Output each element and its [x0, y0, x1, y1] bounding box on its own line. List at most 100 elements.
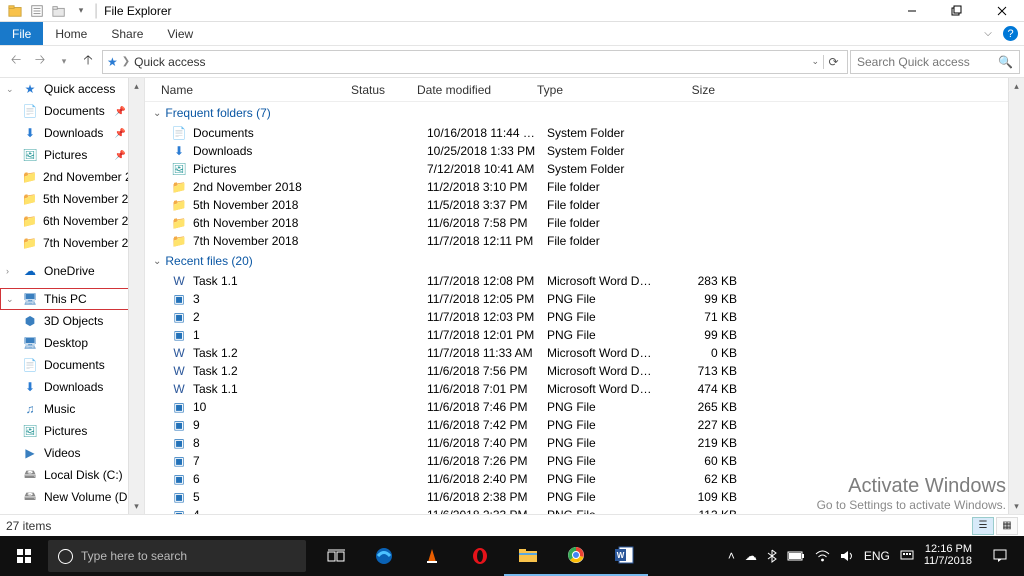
scroll-down-icon[interactable]: ▾	[1009, 498, 1024, 514]
nav-item[interactable]: 🖼 Pictures	[0, 420, 144, 442]
taskbar-app-explorer[interactable]	[504, 536, 552, 576]
chevron-down-icon[interactable]: ⌄	[6, 294, 16, 305]
tray-clock[interactable]: 12:16 PM 11/7/2018	[924, 544, 972, 567]
help-icon[interactable]: ?	[1003, 26, 1018, 41]
taskbar-search[interactable]: Type here to search	[48, 540, 306, 572]
tray-language[interactable]: ENG	[864, 549, 890, 563]
nav-up-button[interactable]: 🡡	[76, 50, 100, 74]
taskbar-app-word[interactable]: W	[600, 536, 648, 576]
nav-item[interactable]: ♫ Music	[0, 398, 144, 420]
list-item[interactable]: ▣ 3 11/7/2018 12:05 PM PNG File 99 KB	[145, 290, 1024, 308]
column-size[interactable]: Size	[651, 83, 721, 97]
list-item[interactable]: ▣ 8 11/6/2018 7:40 PM PNG File 219 KB	[145, 434, 1024, 452]
qat-newfolder-icon[interactable]	[48, 0, 70, 22]
window-maximize-button[interactable]	[934, 0, 979, 22]
nav-item[interactable]: 🖼 Pictures 📌	[0, 144, 144, 166]
nav-item[interactable]: 🖥 Desktop	[0, 332, 144, 354]
list-item[interactable]: ▣ 10 11/6/2018 7:46 PM PNG File 265 KB	[145, 398, 1024, 416]
window-close-button[interactable]	[979, 0, 1024, 22]
column-name[interactable]: Name	[155, 83, 345, 97]
list-item[interactable]: 📁 2nd November 2018 11/2/2018 3:10 PM Fi…	[145, 178, 1024, 196]
breadcrumb[interactable]: ★ ❯ Quick access ⌄ ⟳	[102, 50, 848, 74]
task-view-button[interactable]	[312, 536, 360, 576]
nav-scrollbar[interactable]: ▴ ▾	[128, 78, 144, 514]
taskbar-app-chrome[interactable]	[552, 536, 600, 576]
column-type[interactable]: Type	[531, 83, 651, 97]
nav-recent-dropdown[interactable]: ▾	[52, 50, 76, 74]
ribbon-tab-share[interactable]: Share	[99, 22, 155, 45]
tray-bluetooth-icon[interactable]	[767, 549, 777, 563]
list-item[interactable]: ▣ 6 11/6/2018 2:40 PM PNG File 62 KB	[145, 470, 1024, 488]
taskbar-app-vlc[interactable]	[408, 536, 456, 576]
scroll-up-icon[interactable]: ▴	[129, 78, 144, 94]
qat-properties-icon[interactable]	[26, 0, 48, 22]
nav-item[interactable]: ⬇ Downloads 📌	[0, 122, 144, 144]
view-thumbnails-button[interactable]: ▦	[996, 517, 1018, 535]
qat-customize-icon[interactable]: ▾	[70, 0, 92, 22]
list-item[interactable]: 📁 5th November 2018 11/5/2018 3:37 PM Fi…	[145, 196, 1024, 214]
chevron-down-icon[interactable]: ⌄	[153, 108, 161, 119]
nav-item[interactable]: ⬇ Downloads	[0, 376, 144, 398]
view-details-button[interactable]: ☰	[972, 517, 994, 535]
chevron-down-icon[interactable]: ⌄	[6, 84, 16, 95]
nav-item[interactable]: 🖴 Local Disk (C:)	[0, 464, 144, 486]
group-frequent-folders[interactable]: ⌄ Frequent folders (7)	[145, 102, 1024, 124]
nav-quick-access[interactable]: ⌄ ★ Quick access	[0, 78, 144, 100]
column-date[interactable]: Date modified	[411, 83, 531, 97]
nav-item[interactable]: ⬢ 3D Objects	[0, 310, 144, 332]
start-button[interactable]	[0, 536, 48, 576]
list-item[interactable]: 🖼 Pictures 7/12/2018 10:41 AM System Fol…	[145, 160, 1024, 178]
breadcrumb-segment[interactable]: Quick access	[134, 55, 205, 69]
content-scrollbar[interactable]: ▴ ▾	[1008, 78, 1024, 514]
list-item[interactable]: ⬇ Downloads 10/25/2018 1:33 PM System Fo…	[145, 142, 1024, 160]
list-item[interactable]: ▣ 1 11/7/2018 12:01 PM PNG File 99 KB	[145, 326, 1024, 344]
chevron-right-icon[interactable]: ❯	[122, 56, 130, 67]
nav-item[interactable]: 🖴 New Volume (D:)	[0, 486, 144, 508]
window-minimize-button[interactable]	[889, 0, 934, 22]
scroll-down-icon[interactable]: ▾	[129, 498, 144, 514]
nav-item[interactable]: 📁 5th November 2018	[0, 188, 144, 210]
chevron-down-icon[interactable]: ⌄	[153, 256, 161, 267]
list-item[interactable]: 📁 7th November 2018 11/7/2018 12:11 PM F…	[145, 232, 1024, 250]
nav-this-pc[interactable]: ⌄ 🖥 This PC	[0, 288, 144, 310]
refresh-icon[interactable]: ⟳	[823, 55, 843, 69]
tray-battery-icon[interactable]	[787, 551, 805, 561]
nav-item[interactable]: 📄 Documents 📌	[0, 100, 144, 122]
taskbar-app-opera[interactable]	[456, 536, 504, 576]
search-box[interactable]: Search Quick access 🔍	[850, 50, 1020, 74]
tray-wifi-icon[interactable]	[815, 550, 830, 562]
ribbon-expand-icon[interactable]: ⌵	[977, 23, 999, 45]
tray-ime-icon[interactable]	[900, 550, 914, 562]
nav-forward-button[interactable]: 🡢	[28, 50, 52, 74]
action-center-button[interactable]	[982, 536, 1018, 576]
list-item[interactable]: W Task 1.1 11/6/2018 7:01 PM Microsoft W…	[145, 380, 1024, 398]
tray-show-hidden-icon[interactable]: ˄	[728, 549, 735, 563]
ribbon-tab-view[interactable]: View	[155, 22, 205, 45]
list-item[interactable]: ▣ 5 11/6/2018 2:38 PM PNG File 109 KB	[145, 488, 1024, 506]
taskbar-app-edge[interactable]	[360, 536, 408, 576]
list-item[interactable]: ▣ 7 11/6/2018 7:26 PM PNG File 60 KB	[145, 452, 1024, 470]
list-item[interactable]: 📁 6th November 2018 11/6/2018 7:58 PM Fi…	[145, 214, 1024, 232]
nav-back-button[interactable]: 🡠	[4, 50, 28, 74]
ribbon-tab-home[interactable]: Home	[43, 22, 99, 45]
nav-item[interactable]: 📁 7th November 2018	[0, 232, 144, 254]
ribbon-tab-file[interactable]: File	[0, 22, 43, 45]
list-item[interactable]: ▣ 4 11/6/2018 2:33 PM PNG File 113 KB	[145, 506, 1024, 514]
nav-item[interactable]: 📁 2nd November 2018	[0, 166, 144, 188]
chevron-right-icon[interactable]: ›	[6, 266, 16, 276]
column-status[interactable]: Status	[345, 83, 411, 97]
group-recent-files[interactable]: ⌄ Recent files (20)	[145, 250, 1024, 272]
nav-onedrive[interactable]: › ☁ OneDrive	[0, 260, 144, 282]
list-item[interactable]: W Task 1.1 11/7/2018 12:08 PM Microsoft …	[145, 272, 1024, 290]
address-dropdown-icon[interactable]: ⌄	[811, 56, 819, 67]
tray-volume-icon[interactable]	[840, 550, 854, 562]
nav-item[interactable]: ▶ Videos	[0, 442, 144, 464]
tray-onedrive-icon[interactable]: ☁	[745, 549, 757, 563]
list-item[interactable]: 📄 Documents 10/16/2018 11:44 … System Fo…	[145, 124, 1024, 142]
list-item[interactable]: ▣ 2 11/7/2018 12:03 PM PNG File 71 KB	[145, 308, 1024, 326]
nav-item[interactable]: 📄 Documents	[0, 354, 144, 376]
list-item[interactable]: W Task 1.2 11/6/2018 7:56 PM Microsoft W…	[145, 362, 1024, 380]
list-item[interactable]: ▣ 9 11/6/2018 7:42 PM PNG File 227 KB	[145, 416, 1024, 434]
scroll-up-icon[interactable]: ▴	[1009, 78, 1024, 94]
list-item[interactable]: W Task 1.2 11/7/2018 11:33 AM Microsoft …	[145, 344, 1024, 362]
